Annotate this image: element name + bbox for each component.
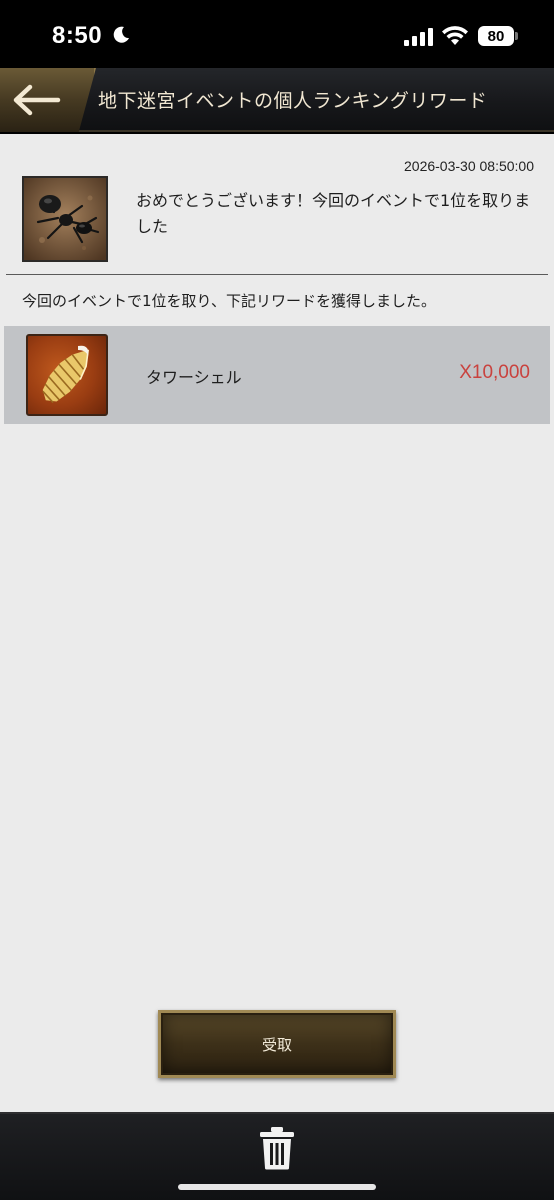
ant-avatar	[22, 176, 108, 262]
reward-row: タワーシェル X10,000	[4, 326, 550, 424]
mail-message: おめでとうございます！今回のイベントで1位を取りました	[136, 191, 531, 236]
reward-quantity: X10,000	[459, 362, 530, 383]
tower-shell-icon	[26, 334, 108, 416]
battery-indicator: 80	[478, 26, 514, 46]
mail-body: 今回のイベントで1位を取り、下記リワードを獲得しました。	[22, 292, 436, 310]
back-arrow-icon	[13, 84, 61, 116]
reward-name: タワーシェル	[146, 368, 242, 387]
divider	[6, 274, 548, 275]
mail-content: 2026-03-30 08:50:00 おめでとうございます！今回のイベントで1…	[0, 134, 554, 1112]
bottom-bar	[0, 1112, 554, 1200]
home-indicator[interactable]	[178, 1184, 376, 1190]
mail-timestamp: 2026-03-30 08:50:00	[404, 158, 534, 174]
wifi-icon	[442, 26, 468, 45]
status-time: 8:50	[52, 22, 103, 49]
page-title: 地下迷宮イベントの個人ランキングリワード	[98, 90, 488, 112]
ant-icon	[24, 178, 106, 260]
status-bar: 8:50 80	[0, 0, 554, 68]
header-bar: 地下迷宮イベントの個人ランキングリワード	[0, 68, 554, 132]
back-button[interactable]	[0, 68, 96, 132]
battery-tip	[515, 32, 518, 40]
moon-icon	[113, 26, 129, 43]
battery-level: 80	[487, 27, 505, 45]
cellular-signal-icon	[404, 28, 433, 46]
claim-button-label: 受取	[261, 1035, 292, 1054]
claim-button[interactable]: 受取	[158, 1010, 396, 1078]
trash-icon[interactable]	[258, 1126, 296, 1170]
